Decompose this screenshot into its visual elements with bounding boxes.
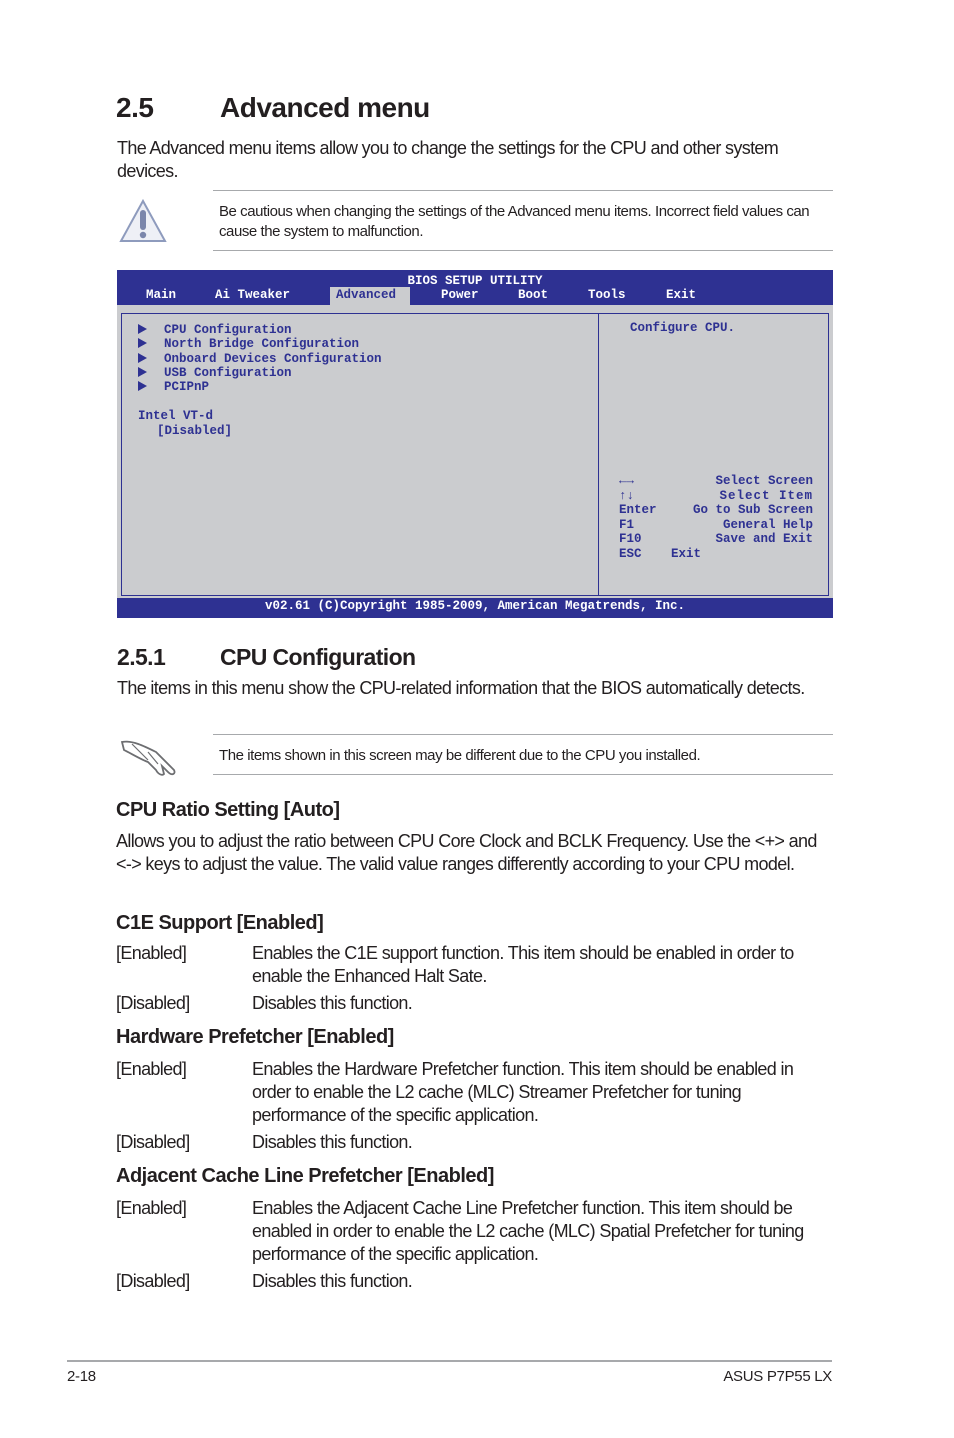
tab-ai-tweaker[interactable]: Ai Tweaker [215,288,290,302]
setting-title: CPU Ratio Setting [Auto] [116,799,340,821]
submenu-arrow-icon [138,381,147,391]
subsection-intro: The items in this menu show the CPU-rela… [117,678,805,698]
option-key: [Enabled] [116,1059,187,1079]
menu-item-north-bridge[interactable]: North Bridge Configuration [138,337,359,352]
submenu-arrow-icon [138,367,147,377]
option-key: [Disabled] [116,993,190,1013]
setting-label[interactable]: Intel VT-d [138,409,213,424]
menu-item-onboard[interactable]: Onboard Devices Configuration [138,352,382,367]
option-desc: Disables this function. [252,1132,413,1152]
subsection-heading: 2.5.1 CPU Configuration [117,644,416,670]
help-text: Configure CPU. [630,321,736,335]
menu-item-cpu[interactable]: CPU Configuration [138,323,292,338]
caution-text: Be cautious when changing the settings o… [219,203,810,240]
bios-help-panel: Configure CPU. ←→ Select Screen ↑↓ Select … [598,313,829,596]
bios-menu-panel: CPU Configuration North Bridge Configura… [121,313,599,596]
option-key: [Enabled] [116,1198,187,1218]
option-desc: Enables the Hardware Prefetcher function… [252,1059,794,1125]
tab-advanced[interactable]: Advanced [330,287,410,305]
section-intro: The Advanced menu items allow you to cha… [117,138,779,181]
note-text: The items shown in this screen may be di… [219,747,701,764]
option-desc: Disables this function. [252,993,413,1013]
menu-item-pcipnp[interactable]: PCIPnP [138,380,209,395]
option-key: [Disabled] [116,1132,190,1152]
setting-value[interactable]: [Disabled] [157,424,232,439]
option-key: [Enabled] [116,943,187,963]
bios-title: BIOS SETUP UTILITY [407,274,543,288]
tab-tools[interactable]: Tools [588,288,626,302]
bios-screenshot: BIOS SETUP UTILITY Main Ai Tweaker Advan… [117,270,833,618]
setting-title: C1E Support [Enabled] [116,912,324,934]
key-legend: ←→ Select Screen ↑↓ Select Item Enter Go to… [619,474,813,561]
section-title: Advanced menu [220,92,430,123]
setting-title: Hardware Prefetcher [Enabled] [116,1026,394,1048]
bios-footer: v02.61 (C)Copyright 1985-2009, American … [117,598,833,618]
section-number: 2.5 [116,92,154,123]
menu-item-usb[interactable]: USB Configuration [138,366,292,381]
tab-boot[interactable]: Boot [518,288,548,302]
footer-rule [67,1360,832,1362]
page-number: 2-18 [67,1368,96,1385]
option-desc: Disables this function. [252,1271,413,1291]
submenu-arrow-icon [138,338,147,348]
warning-icon [119,198,167,242]
setting-title: Adjacent Cache Line Prefetcher [Enabled] [116,1165,494,1187]
submenu-arrow-icon [138,324,147,334]
hand-pointing-icon [120,740,176,776]
bios-header: BIOS SETUP UTILITY Main Ai Tweaker Advan… [117,270,833,305]
submenu-arrow-icon [138,353,147,363]
option-key: [Disabled] [116,1271,190,1291]
product-name: ASUS P7P55 LX [723,1368,832,1385]
option-desc: Enables the C1E support function. This i… [252,943,794,986]
option-desc: Enables the Adjacent Cache Line Prefetch… [252,1198,804,1264]
tab-exit[interactable]: Exit [666,288,696,302]
tab-main[interactable]: Main [146,288,176,302]
section-heading: 2.5 Advanced menu [116,92,430,124]
setting-description: Allows you to adjust the ratio between C… [116,831,817,874]
tab-power[interactable]: Power [441,288,479,302]
